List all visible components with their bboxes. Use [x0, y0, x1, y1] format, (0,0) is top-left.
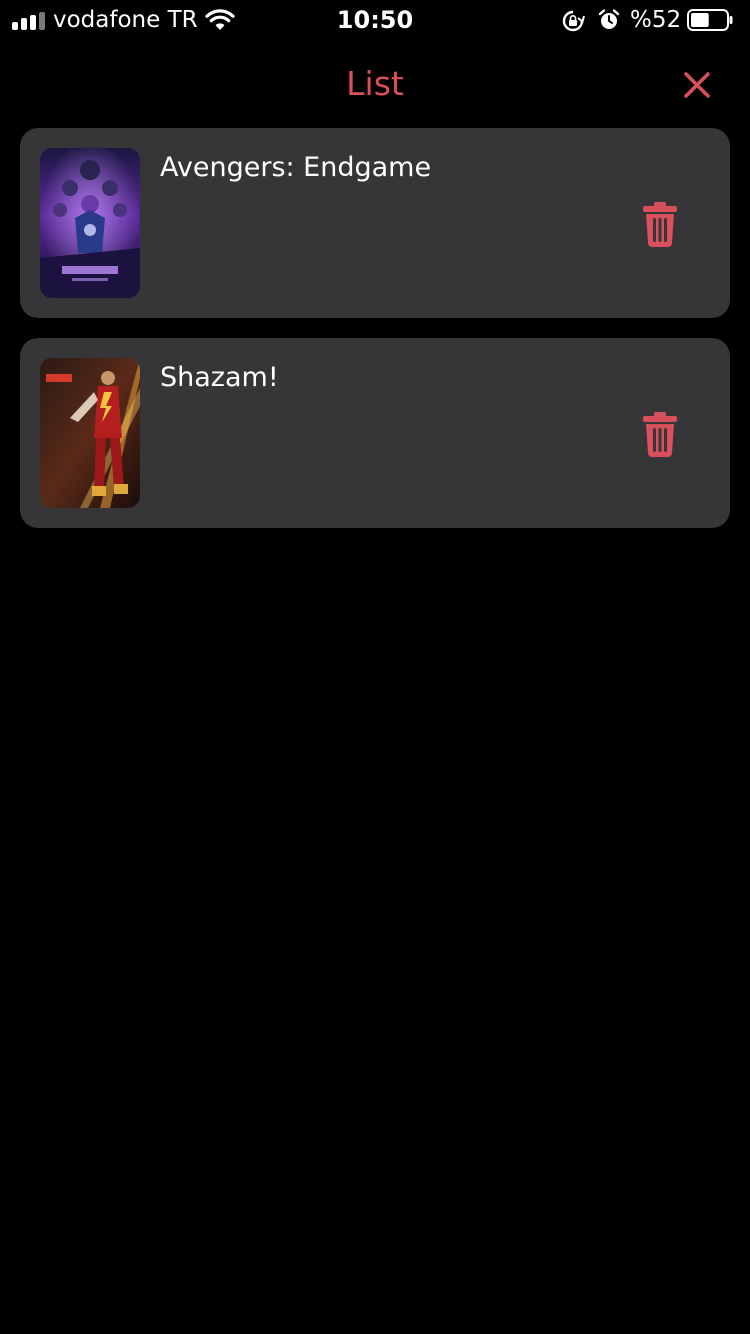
battery-percent: %52: [630, 7, 682, 33]
alarm-icon: [598, 9, 620, 29]
page-title: List: [346, 64, 404, 103]
close-button[interactable]: [676, 64, 718, 106]
battery-icon: [687, 9, 733, 31]
movie-title: Avengers: Endgame: [160, 152, 432, 183]
movie-title: Shazam!: [160, 362, 279, 393]
list-item[interactable]: Shazam!: [20, 338, 730, 528]
shazam-poster: [40, 358, 140, 508]
status-bar: vodafone TR 10:50 %52: [0, 0, 750, 40]
trash-icon: [643, 412, 677, 457]
avengers-endgame-poster: [40, 148, 140, 298]
delete-button[interactable]: [634, 404, 686, 464]
movie-list: Avengers: Endgame Shazam!: [20, 128, 730, 548]
list-item[interactable]: Avengers: Endgame: [20, 128, 730, 318]
orientation-lock-icon: [562, 10, 585, 32]
close-icon: [684, 72, 710, 98]
trash-icon: [643, 202, 677, 247]
delete-button[interactable]: [634, 194, 686, 254]
